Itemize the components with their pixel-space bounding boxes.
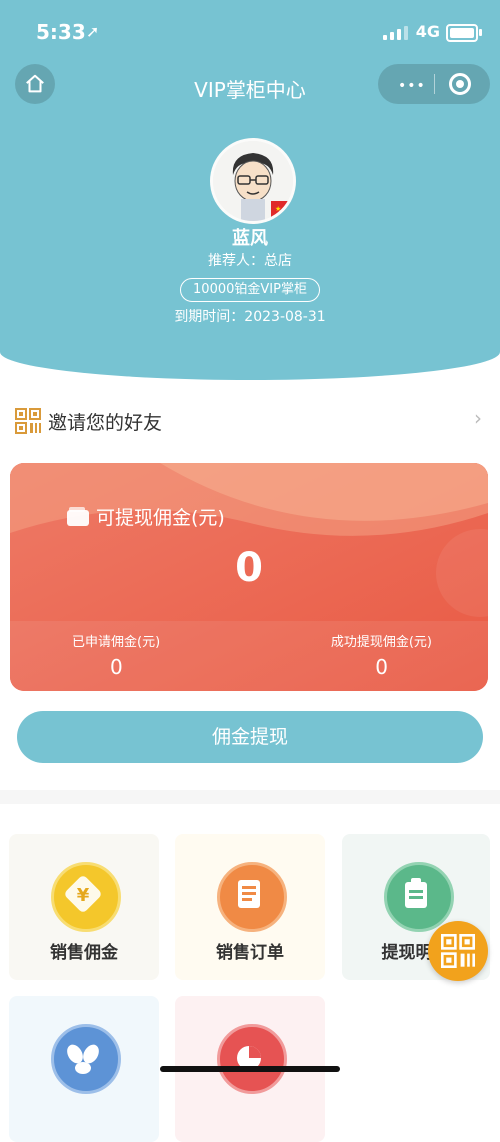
grid-tile-sales-orders[interactable]: 销售订单 (175, 834, 325, 980)
withdrawn-commission-label: 成功提现佣金(元) (330, 635, 432, 650)
status-bar: 5:33 ➚ 4G (0, 18, 500, 48)
status-time: 5:33 (36, 20, 86, 44)
invite-friends-label: 邀请您的好友 (48, 412, 163, 434)
grid-tile-label: 销售佣金 (50, 943, 118, 963)
battery-icon (446, 24, 482, 42)
network-type: 4G (415, 22, 440, 41)
avatar-cartoon-icon: ★ (213, 141, 293, 221)
profile-header: 5:33 ➚ 4G VIP掌柜中心 ••• ★ 蓝风 推荐人：总店 10000铂… (0, 0, 500, 380)
home-indicator (160, 1066, 340, 1072)
capsule-divider (434, 74, 435, 94)
floating-qr-button[interactable] (428, 921, 488, 981)
vip-level-badge: 10000铂金VIP掌柜 (180, 278, 320, 302)
grid-tile-sales-commission[interactable]: ¥ 销售佣金 (9, 834, 159, 980)
grid-tile-team[interactable] (9, 996, 159, 1142)
wallet-stats: 已申请佣金(元) 0 成功提现佣金(元) 0 (10, 621, 488, 691)
pie-chart-icon (217, 1024, 287, 1094)
avatar[interactable]: ★ (210, 138, 296, 224)
withdrawn-commission-value: 0 (375, 655, 388, 679)
grid-tile-label: 销售订单 (216, 943, 284, 963)
clipboard-icon (384, 862, 454, 932)
withdrawable-amount: 0 (235, 545, 263, 591)
chevron-right-icon: › (474, 406, 482, 430)
document-icon (217, 862, 287, 932)
wallet-icon (66, 507, 90, 531)
withdrawable-label: 可提现佣金(元) (96, 507, 225, 529)
referrer-text: 推荐人：总店 (208, 253, 292, 269)
svg-text:★: ★ (275, 205, 281, 213)
svg-text:¥: ¥ (77, 885, 90, 906)
applied-commission-label: 已申请佣金(元) (72, 635, 161, 650)
invite-friends-row[interactable]: 邀请您的好友 › (0, 398, 500, 442)
applied-commission-value: 0 (110, 655, 123, 679)
qr-code-icon (441, 934, 475, 968)
close-target-icon[interactable] (449, 73, 471, 95)
section-divider (0, 790, 500, 804)
mini-program-capsule[interactable]: ••• (378, 64, 490, 104)
team-icon (51, 1024, 121, 1094)
yen-coin-icon: ¥ (51, 862, 121, 932)
commission-wallet-card: 可提现佣金(元) 0 已申请佣金(元) 0 成功提现佣金(元) 0 (10, 463, 488, 691)
qr-code-icon (15, 408, 41, 438)
signal-icon (383, 26, 408, 40)
username: 蓝风 (232, 228, 268, 249)
location-arrow-icon: ➚ (86, 22, 100, 41)
expire-date: 到期时间：2023-08-31 (174, 309, 326, 325)
withdraw-commission-button[interactable]: 佣金提现 (17, 711, 483, 763)
more-icon[interactable]: ••• (398, 78, 426, 94)
